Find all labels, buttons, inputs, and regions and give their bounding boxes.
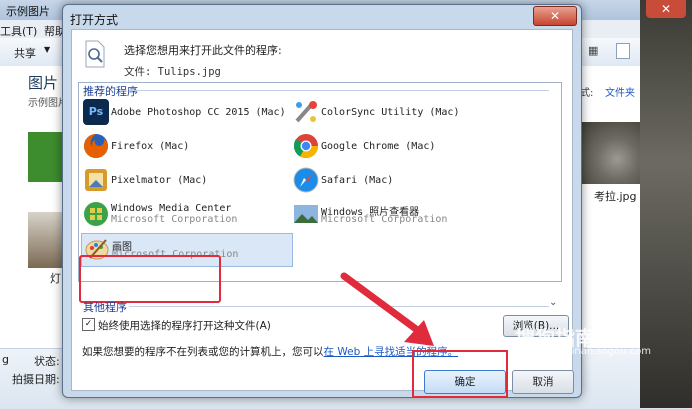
menu-tools[interactable]: 工具(T) xyxy=(0,23,37,39)
program-name: Google Chrome (Mac) xyxy=(321,141,436,152)
program-photoshop[interactable]: Ps Adobe Photoshop CC 2015 (Mac) xyxy=(81,97,291,129)
thumbnail-lighthouse-label: 灯 xyxy=(50,272,61,285)
status-date-label: 拍摄日期: xyxy=(12,373,60,386)
dialog-body: 选择您想用来打开此文件的程序: 文件: Tulips.jpg 推荐的程序 Ps … xyxy=(71,29,574,398)
status-state-label: 状态: xyxy=(34,355,60,368)
dialog-titlebar: 打开方式 ✕ xyxy=(63,5,581,31)
program-name: Firefox (Mac) xyxy=(111,141,190,152)
firefox-icon xyxy=(84,134,108,158)
arrange-by-value[interactable]: 文件夹 xyxy=(605,84,635,99)
explorer-close-button[interactable]: ✕ xyxy=(646,0,686,18)
program-name: ColorSync Utility (Mac) xyxy=(321,107,460,118)
dialog-prompt: 选择您想用来打开此文件的程序: xyxy=(124,44,282,57)
program-photo-viewer[interactable]: Windows 照片查看器 Microsoft Corporation xyxy=(291,199,501,231)
program-name: Pixelmator (Mac) xyxy=(111,175,208,186)
program-chrome[interactable]: Google Chrome (Mac) xyxy=(291,131,501,163)
file-name-label: 文件: Tulips.jpg xyxy=(124,66,221,78)
safari-icon xyxy=(293,167,319,193)
open-with-dialog: 打开方式 ✕ 选择您想用来打开此文件的程序: 文件: Tulips.jpg 推荐… xyxy=(62,4,582,398)
thumbnail-green[interactable] xyxy=(28,132,64,182)
explorer-title: 示例图片 xyxy=(6,5,50,18)
photoshop-icon: Ps xyxy=(83,99,109,125)
thumbnail-koala-label: 考拉.jpg xyxy=(594,190,637,203)
folder-heading: 图片 xyxy=(28,74,59,92)
share-button[interactable]: 共享 xyxy=(14,45,36,61)
dialog-title: 打开方式 xyxy=(70,13,119,27)
program-media-center[interactable]: Windows Media Center Microsoft Corporati… xyxy=(81,199,291,231)
paint-highlight-annotation xyxy=(79,255,221,303)
program-list[interactable]: 推荐的程序 Ps Adobe Photoshop CC 2015 (Mac) C… xyxy=(78,82,562,314)
status-left-fragment: g xyxy=(2,353,9,366)
photo-viewer-icon xyxy=(294,205,318,223)
program-colorsync[interactable]: ColorSync Utility (Mac) xyxy=(291,97,501,129)
program-firefox[interactable]: Firefox (Mac) xyxy=(81,131,291,163)
colorsync-icon xyxy=(295,101,317,123)
divider xyxy=(129,90,549,91)
program-pixelmator[interactable]: Pixelmator (Mac) xyxy=(81,165,291,197)
other-programs-header[interactable]: 其他程序 xyxy=(83,299,127,315)
file-search-icon xyxy=(85,40,105,68)
cancel-button[interactable]: 取消 xyxy=(512,370,574,394)
hint-prefix: 如果您想要的程序不在列表或您的计算机上，您可以 xyxy=(82,346,324,358)
chrome-icon xyxy=(293,134,318,159)
chevron-down-icon[interactable]: ⌄ xyxy=(549,297,557,308)
program-safari[interactable]: Safari (Mac) xyxy=(291,165,501,197)
watermark-url: zhinan.sogou.com xyxy=(560,346,652,357)
program-name: Adobe Photoshop CC 2015 (Mac) xyxy=(111,107,286,118)
arrange-by-prefix: 式: xyxy=(580,88,594,99)
program-publisher: Microsoft Corporation xyxy=(111,214,238,225)
media-center-icon xyxy=(84,202,108,226)
preview-pane-icon[interactable] xyxy=(616,43,630,59)
view-options-icon[interactable]: ▦ xyxy=(588,44,598,57)
thumbnail-lighthouse[interactable] xyxy=(28,212,64,268)
program-name: Safari (Mac) xyxy=(321,175,394,186)
always-use-label[interactable]: 始终使用选择的程序打开这种文件(A) xyxy=(98,318,271,333)
program-name: Windows Media Center xyxy=(111,203,232,214)
pixelmator-icon xyxy=(85,169,107,191)
chevron-down-icon: ▼ xyxy=(44,45,51,54)
program-publisher: Microsoft Corporation xyxy=(321,214,448,225)
always-use-checkbox[interactable]: ✓ xyxy=(82,318,95,331)
dialog-close-button[interactable]: ✕ xyxy=(533,6,577,26)
annotation-arrow-icon xyxy=(340,272,434,346)
